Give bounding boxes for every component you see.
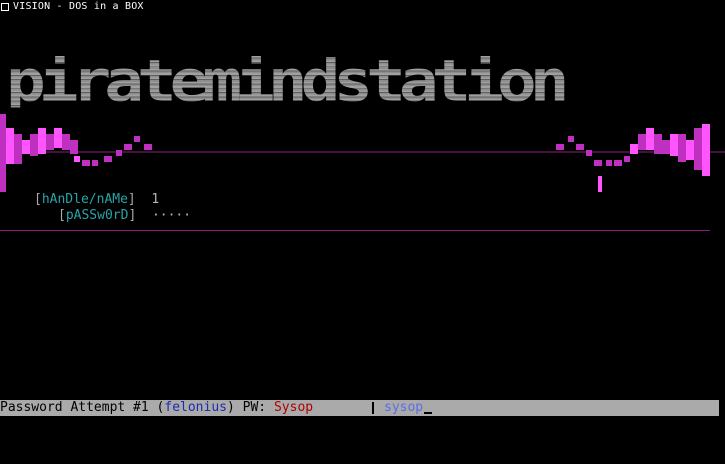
handle-label: hAnDle/nAMe — [41, 192, 128, 207]
password-label: pASSw0rD — [65, 208, 129, 223]
separator-line — [0, 230, 710, 231]
logo-text: piratemindstation — [6, 53, 706, 110]
password-field[interactable]: ····· — [152, 208, 191, 223]
right-wave — [556, 124, 710, 192]
window-title: VISION - DOS in a BOX — [13, 1, 144, 12]
login-form: [hAnDle/nAMe] 1 [pASSw0rD] ····· — [0, 192, 725, 226]
handle-row: [hAnDle/nAMe] 1 — [34, 192, 160, 207]
text-cursor — [424, 412, 433, 414]
status-divider — [372, 402, 374, 414]
handle-field[interactable]: 1 — [151, 192, 159, 207]
window-menu-icon[interactable] — [1, 3, 9, 11]
attempt-user-name: felonius — [164, 400, 227, 415]
ansi-wave-decoration — [0, 114, 725, 192]
actual-password: Sysop — [273, 400, 314, 415]
password-attempt-status: Password Attempt #1 (felonius) PW: Sysop — [0, 400, 314, 415]
window-titlebar: VISION - DOS in a BOX — [0, 0, 725, 14]
ansi-logo: piratemindstation — [0, 53, 725, 116]
left-wave — [0, 114, 152, 192]
sysop-status-bar: Password Attempt #1 (felonius) PW: Sysop… — [0, 400, 719, 416]
password-row: [pASSw0rD] ····· — [58, 208, 192, 223]
typed-password-input[interactable]: sysop — [384, 400, 433, 416]
